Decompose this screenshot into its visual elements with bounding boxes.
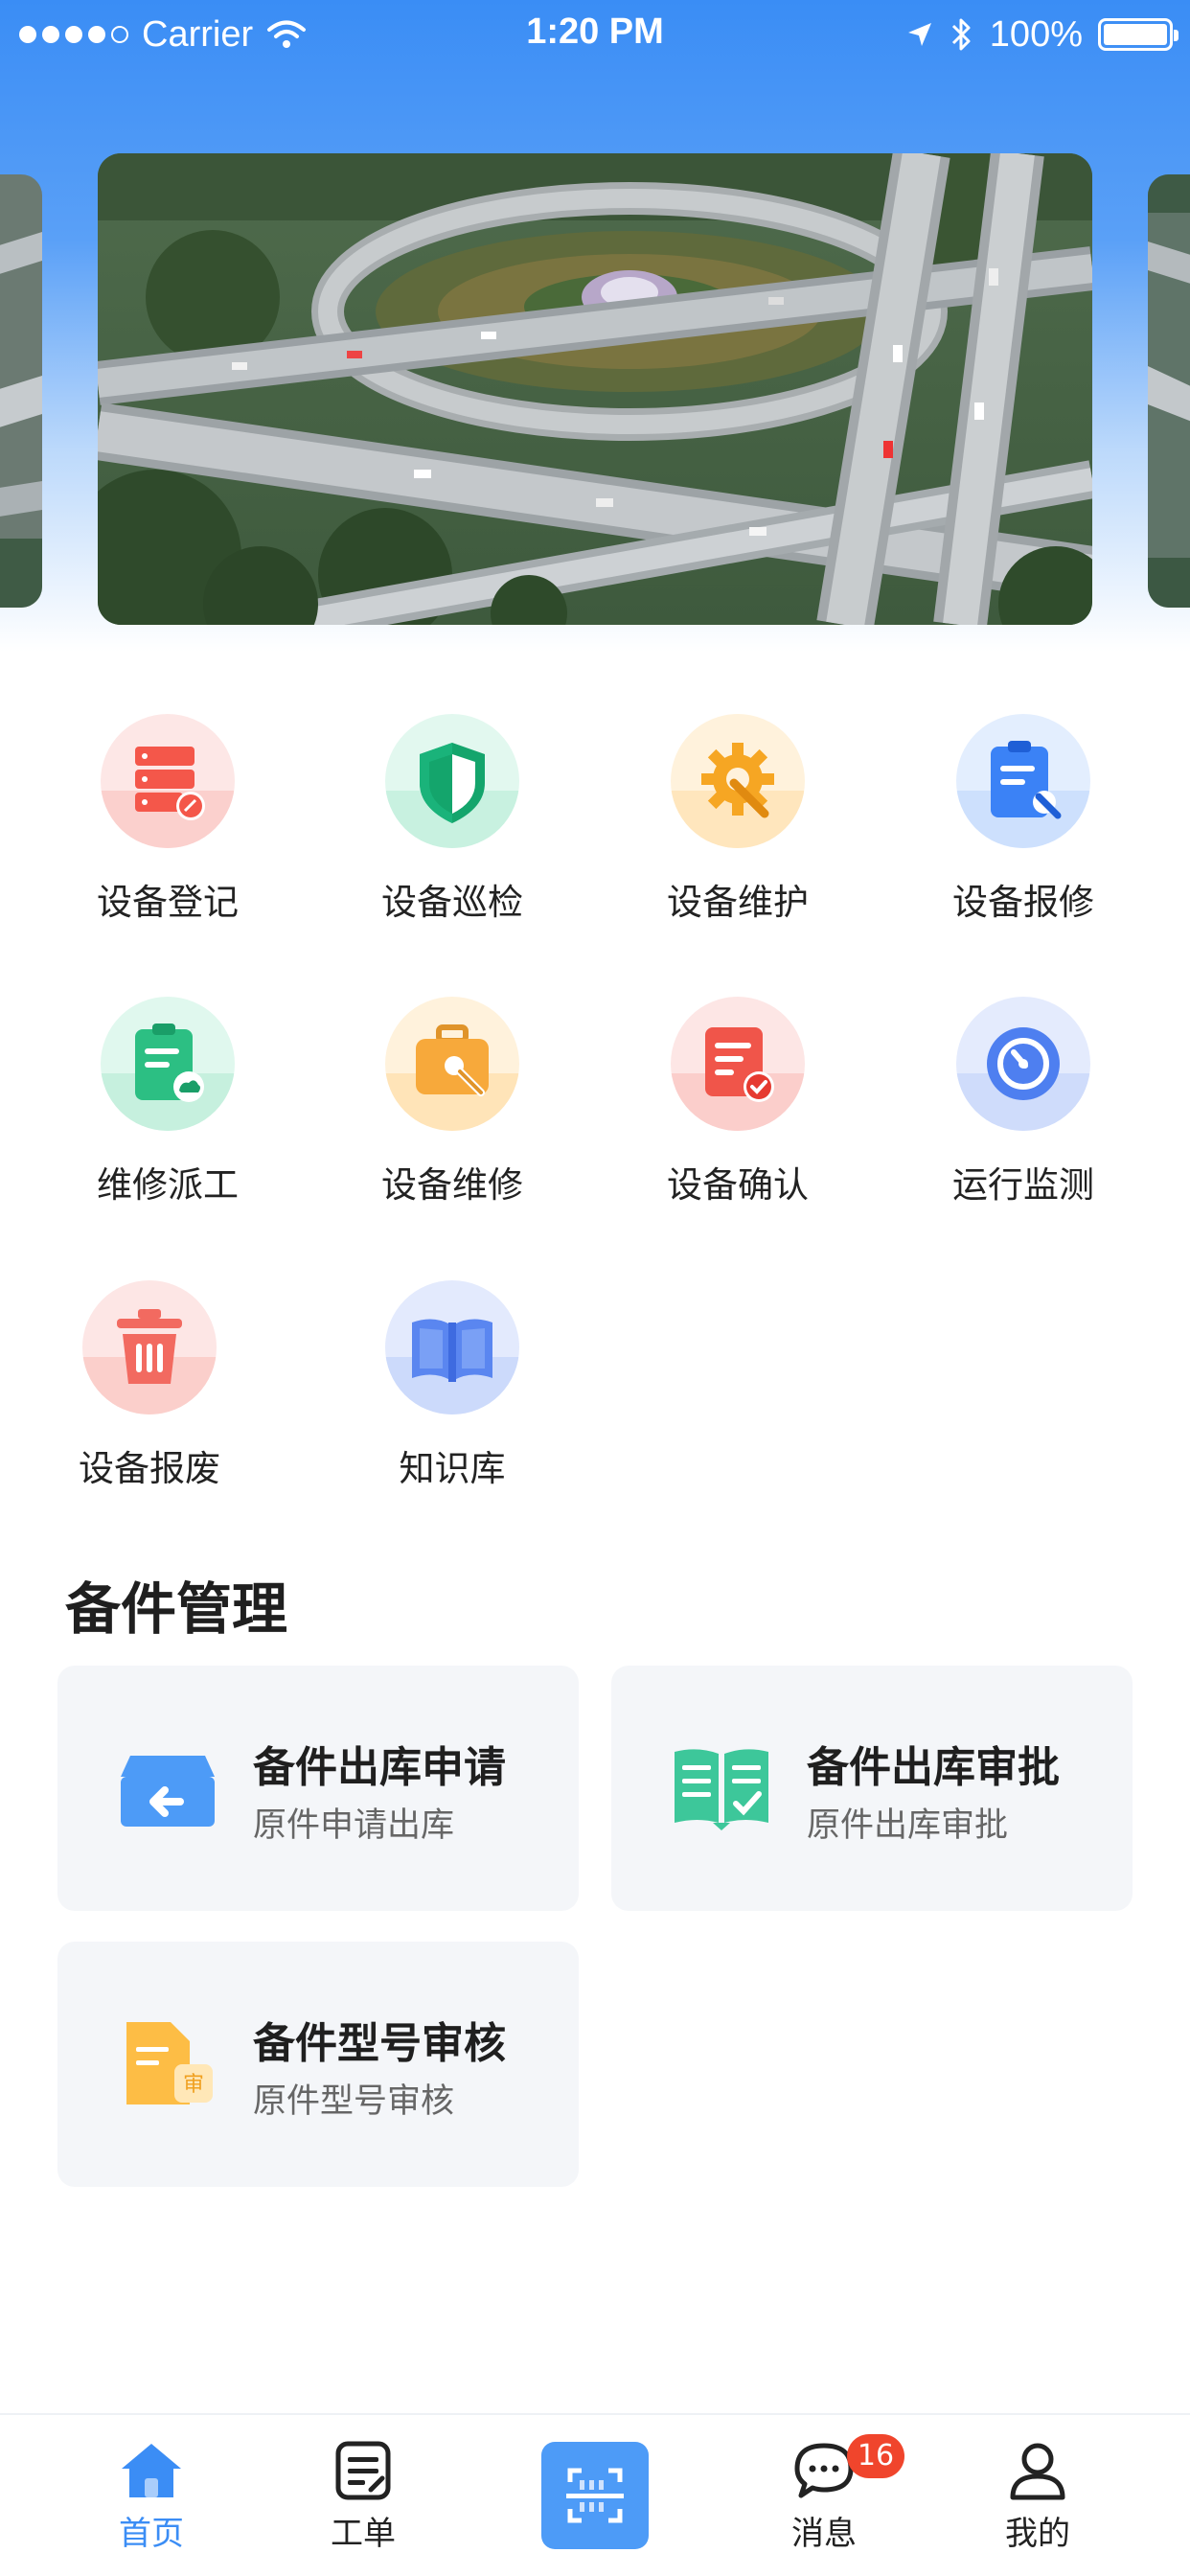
gauge-icon bbox=[956, 997, 1090, 1131]
card-subtitle: 原件申请出库 bbox=[253, 1806, 455, 1845]
grid-label: 设备登记 bbox=[97, 882, 239, 923]
app-screen: Carrier 1:20 PM 100% 设备登记 设备巡检 设备维护 设备报修… bbox=[0, 0, 1190, 2576]
gear-wrench-icon bbox=[671, 714, 805, 848]
tab-label: 首页 bbox=[119, 2515, 184, 2553]
tab-orders[interactable]: 工单 bbox=[286, 2415, 440, 2576]
grid-label: 设备报修 bbox=[952, 882, 1094, 923]
battery-percent: 100% bbox=[989, 13, 1083, 55]
outbound-box-icon bbox=[115, 1735, 220, 1840]
grid-item-device-maintenance[interactable]: 设备维护 bbox=[623, 714, 853, 944]
card-title: 备件出库审批 bbox=[807, 1743, 1060, 1792]
document-check-icon bbox=[671, 997, 805, 1131]
tab-mine[interactable]: 我的 bbox=[961, 2415, 1114, 2576]
grid-item-operation-monitor[interactable]: 运行监测 bbox=[908, 997, 1138, 1227]
grid-item-device-register[interactable]: 设备登记 bbox=[53, 714, 283, 944]
review-stamp-text: 审 bbox=[183, 2073, 204, 2097]
message-badge: 16 bbox=[847, 2434, 904, 2478]
card-title: 备件出库申请 bbox=[253, 1743, 506, 1792]
grid-label: 知识库 bbox=[399, 1448, 506, 1489]
banner-image[interactable] bbox=[98, 153, 1092, 625]
server-register-icon bbox=[101, 714, 235, 848]
card-title: 备件型号审核 bbox=[253, 2019, 506, 2068]
grid-label: 设备巡检 bbox=[381, 882, 523, 923]
grid-item-device-confirm[interactable]: 设备确认 bbox=[623, 997, 853, 1227]
clipboard-dispatch-icon bbox=[101, 997, 235, 1131]
tab-label: 我的 bbox=[1005, 2515, 1070, 2553]
grid-item-device-report-repair[interactable]: 设备报修 bbox=[908, 714, 1138, 944]
battery-icon bbox=[1098, 18, 1179, 51]
scan-icon bbox=[566, 2468, 624, 2523]
card-outbound-request[interactable]: 备件出库申请 原件申请出库 bbox=[57, 1666, 579, 1911]
chat-bubble-icon bbox=[794, 2443, 854, 2498]
grid-item-repair-dispatch[interactable]: 维修派工 bbox=[53, 997, 283, 1227]
banner-prev-peek[interactable] bbox=[0, 174, 42, 608]
grid-label: 设备维护 bbox=[667, 882, 809, 923]
grid-label: 设备报废 bbox=[79, 1448, 220, 1489]
grid-item-knowledge-base[interactable]: 知识库 bbox=[337, 1280, 567, 1510]
document-review-icon: 审 bbox=[115, 2011, 220, 2116]
card-subtitle: 原件出库审批 bbox=[807, 1806, 1009, 1845]
grid-label: 维修派工 bbox=[97, 1164, 239, 1206]
user-icon bbox=[1010, 2443, 1065, 2500]
card-outbound-approval[interactable]: 备件出库审批 原件出库审批 bbox=[611, 1666, 1133, 1911]
status-bar: Carrier 1:20 PM 100% bbox=[0, 0, 1190, 69]
toolbox-icon bbox=[385, 997, 519, 1131]
card-subtitle: 原件型号审核 bbox=[253, 2082, 455, 2121]
clipboard-repair-icon bbox=[956, 714, 1090, 848]
grid-label: 设备确认 bbox=[667, 1164, 809, 1206]
status-right: 100% bbox=[905, 12, 1179, 58]
grid-item-device-inspection[interactable]: 设备巡检 bbox=[337, 714, 567, 944]
bluetooth-icon bbox=[951, 18, 971, 51]
work-order-icon bbox=[335, 2441, 391, 2500]
home-icon bbox=[122, 2444, 181, 2497]
approval-book-icon bbox=[669, 1735, 774, 1840]
grid-label: 运行监测 bbox=[952, 1164, 1094, 1206]
banner-next-peek[interactable] bbox=[1148, 174, 1190, 608]
card-model-review[interactable]: 审 备件型号审核 原件型号审核 bbox=[57, 1942, 579, 2187]
section-title: 备件管理 bbox=[65, 1576, 288, 1642]
grid-label: 设备维修 bbox=[381, 1164, 523, 1206]
shield-icon bbox=[385, 714, 519, 848]
grid-item-device-scrap[interactable]: 设备报废 bbox=[34, 1280, 264, 1510]
trash-icon bbox=[82, 1280, 217, 1414]
scan-button[interactable] bbox=[541, 2442, 649, 2549]
grid-item-device-repair[interactable]: 设备维修 bbox=[337, 997, 567, 1227]
tab-home[interactable]: 首页 bbox=[75, 2415, 228, 2576]
tab-label: 工单 bbox=[331, 2515, 396, 2553]
tab-label: 消息 bbox=[791, 2515, 857, 2553]
location-arrow-icon bbox=[907, 23, 931, 46]
book-icon bbox=[385, 1280, 519, 1414]
